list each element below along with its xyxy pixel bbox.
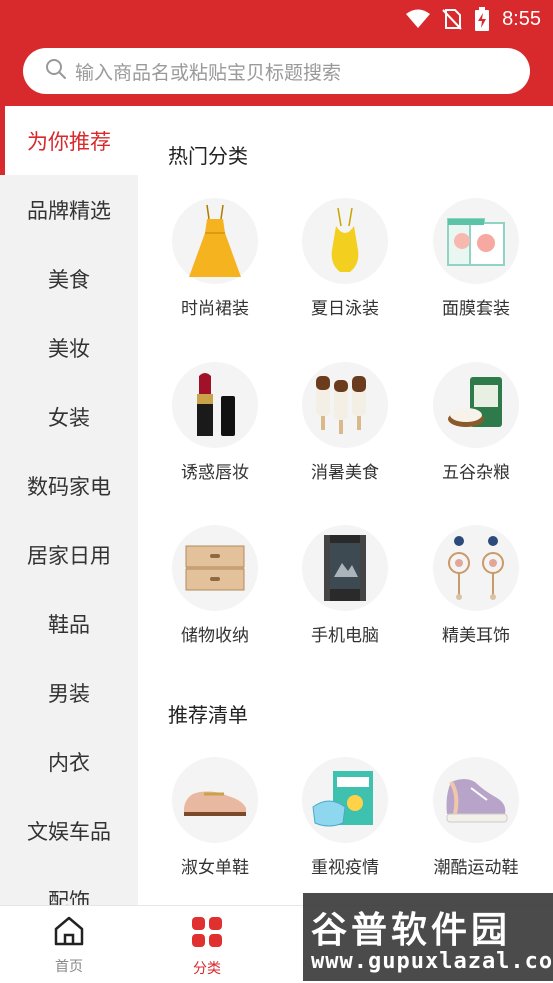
sidebar-item-food[interactable]: 美食 <box>0 244 138 313</box>
hot-item-storage[interactable]: 储物收纳 <box>155 525 275 646</box>
category-content: 热门分类 时尚裙装 夏日泳装 面膜套装 诱惑唇妆 消暑美食 五谷杂粮 储物收纳 … <box>138 106 553 905</box>
status-bar: 8:55 <box>406 6 541 32</box>
sidebar-item-shoes[interactable]: 鞋品 <box>0 589 138 658</box>
search-input[interactable]: 输入商品名或粘贴宝贝标题搜索 <box>23 48 530 94</box>
category-grid-icon <box>191 916 223 952</box>
hot-item-label: 精美耳饰 <box>442 626 510 646</box>
tab-home[interactable]: 首页 <box>29 916 109 976</box>
watermark-url: www.gupuxlazal.com <box>311 949 553 974</box>
hot-item-popsicle[interactable]: 消暑美食 <box>285 362 405 483</box>
sidebar-item-underwear[interactable]: 内衣 <box>0 727 138 796</box>
hot-item-label: 手机电脑 <box>311 626 379 646</box>
rec-item-sneaker[interactable]: 潮酷运动鞋 <box>416 757 536 878</box>
hot-item-label: 时尚裙装 <box>181 299 249 319</box>
hot-item-label: 消暑美食 <box>311 463 379 483</box>
facemask-box-icon <box>433 198 519 284</box>
rec-item-mask[interactable]: 重视疫情 <box>285 757 405 878</box>
sidebar-item-entertainment-car[interactable]: 文娱车品 <box>0 796 138 865</box>
top-header: 8:55 输入商品名或粘贴宝贝标题搜索 <box>0 0 553 106</box>
loafer-icon <box>172 757 258 843</box>
lipstick-icon <box>172 362 258 448</box>
sneaker-icon <box>433 757 519 843</box>
search-placeholder: 输入商品名或粘贴宝贝标题搜索 <box>75 61 342 84</box>
rec-item-label: 重视疫情 <box>311 858 379 878</box>
sidebar-item-home[interactable]: 居家日用 <box>0 520 138 589</box>
status-time: 8:55 <box>502 7 541 30</box>
hot-item-phone[interactable]: 手机电脑 <box>285 525 405 646</box>
wifi-icon <box>406 9 431 29</box>
tab-category[interactable]: 分类 <box>167 916 247 978</box>
sidebar-item-recommend[interactable]: 为你推荐 <box>0 106 138 175</box>
sidebar-item-makeup[interactable]: 美妆 <box>0 313 138 382</box>
hot-item-facemask[interactable]: 面膜套装 <box>416 198 536 319</box>
earrings-icon <box>433 525 519 611</box>
sidebar-item-accessories[interactable]: 配饰 <box>0 865 138 906</box>
hot-item-label: 面膜套装 <box>442 299 510 319</box>
sidebar-item-digital[interactable]: 数码家电 <box>0 451 138 520</box>
watermark-title: 谷普软件园 <box>311 909 512 950</box>
hot-item-label: 夏日泳装 <box>311 299 379 319</box>
rec-item-loafer[interactable]: 淑女单鞋 <box>155 757 275 878</box>
hot-item-dress[interactable]: 时尚裙装 <box>155 198 275 319</box>
tab-label: 首页 <box>55 959 83 975</box>
hot-item-grains[interactable]: 五谷杂粮 <box>416 362 536 483</box>
rec-item-label: 潮酷运动鞋 <box>433 858 519 878</box>
hot-item-label: 诱惑唇妆 <box>181 463 249 483</box>
drawer-box-icon <box>172 525 258 611</box>
category-sidebar: 为你推荐 品牌精选 美食 美妆 女装 数码家电 居家日用 鞋品 男装 内衣 文娱… <box>0 106 138 905</box>
home-icon <box>53 916 85 950</box>
rice-bag-icon <box>433 362 519 448</box>
swimsuit-icon <box>302 198 388 284</box>
medical-mask-icon <box>302 757 388 843</box>
sidebar-item-mens[interactable]: 男装 <box>0 658 138 727</box>
dress-icon <box>172 198 258 284</box>
sidebar-item-brands[interactable]: 品牌精选 <box>0 175 138 244</box>
hot-item-swimsuit[interactable]: 夏日泳装 <box>285 198 405 319</box>
sidebar-item-womens[interactable]: 女装 <box>0 382 138 451</box>
rec-item-label: 淑女单鞋 <box>181 858 249 878</box>
hot-item-lipstick[interactable]: 诱惑唇妆 <box>155 362 275 483</box>
hot-item-earrings[interactable]: 精美耳饰 <box>416 525 536 646</box>
battery-charging-icon <box>474 7 490 31</box>
popsicle-icon <box>302 362 388 448</box>
no-sim-icon <box>442 8 462 30</box>
tab-label: 分类 <box>193 961 221 977</box>
rugged-phone-icon <box>302 525 388 611</box>
hot-section-title: 热门分类 <box>168 144 248 168</box>
recommend-section-title: 推荐清单 <box>168 703 248 727</box>
hot-item-label: 储物收纳 <box>181 626 249 646</box>
watermark-logo: 谷普软件园 www.gupuxlazal.com <box>303 893 553 981</box>
search-icon <box>45 58 67 84</box>
hot-item-label: 五谷杂粮 <box>442 463 510 483</box>
